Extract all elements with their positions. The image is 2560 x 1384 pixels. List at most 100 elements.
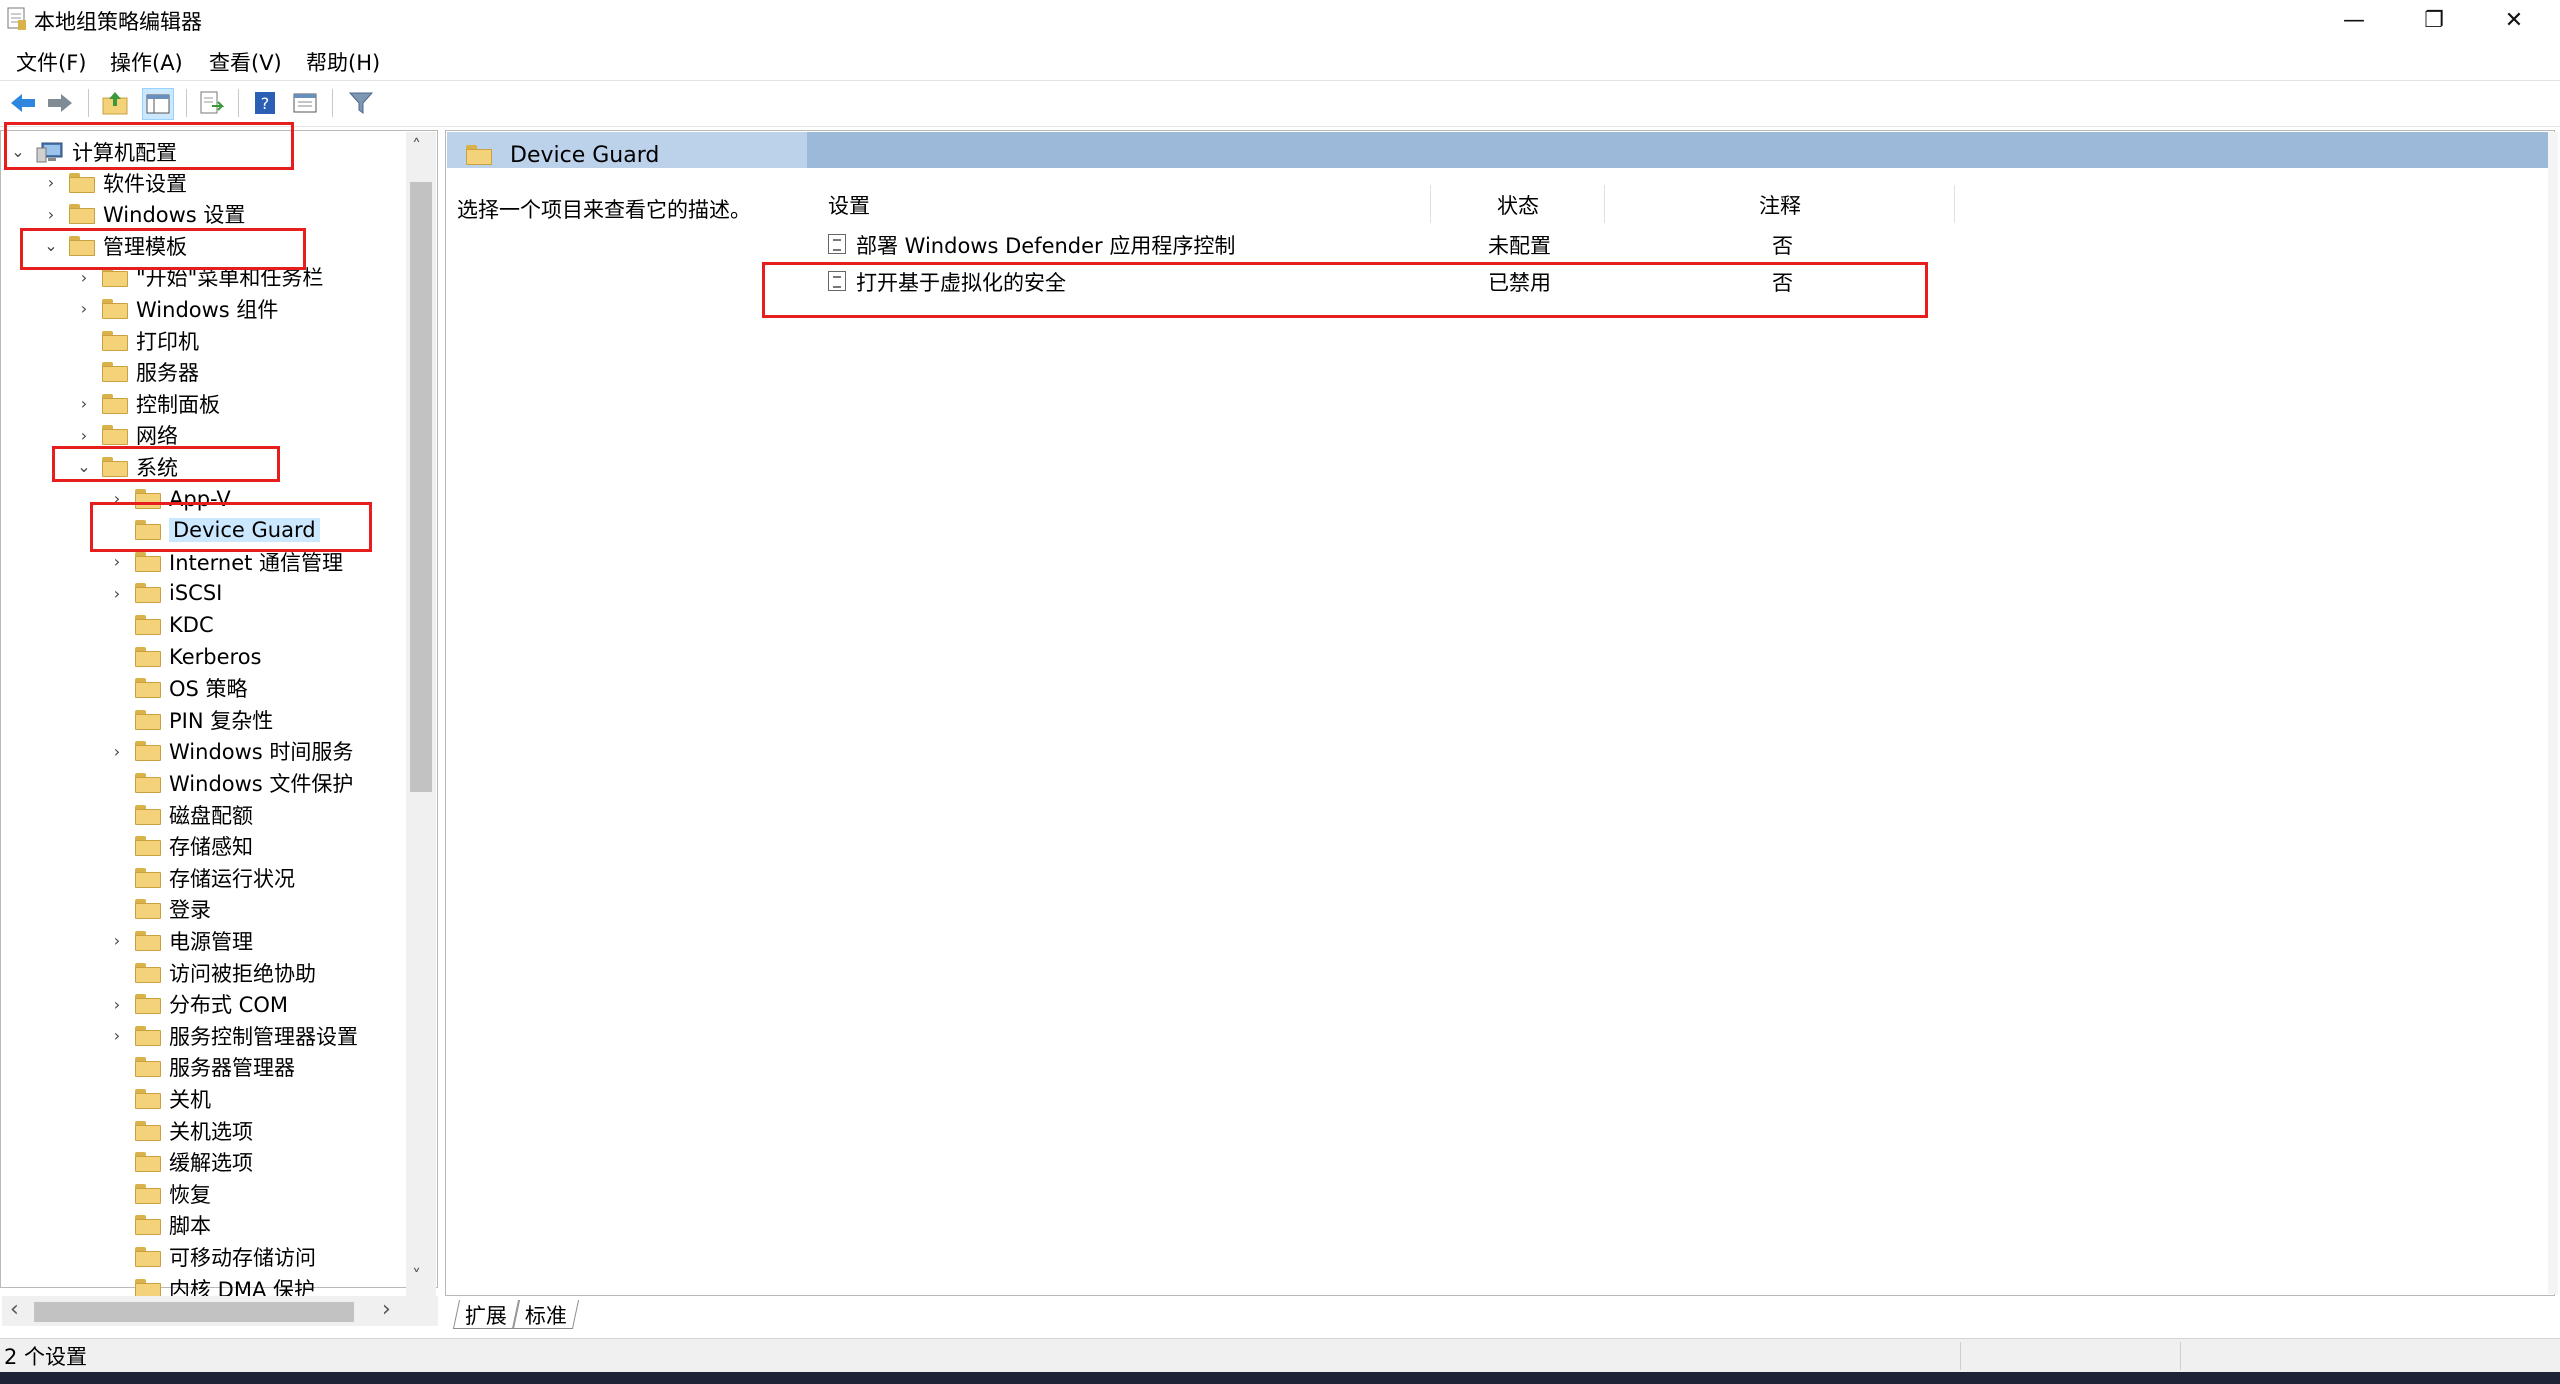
folder-icon xyxy=(135,1025,161,1046)
tree-item[interactable]: › 分布式 COM xyxy=(107,989,288,1020)
restore-button[interactable]: ❐ xyxy=(2394,0,2474,41)
tree-item-label: 打印机 xyxy=(136,329,199,354)
expander-icon[interactable]: › xyxy=(74,394,94,413)
tree-item[interactable]: 存储运行状况 xyxy=(107,862,295,893)
expander-icon[interactable]: › xyxy=(107,552,127,571)
tab-standard[interactable]: 标准 xyxy=(512,1300,580,1329)
setting-state: 未配置 xyxy=(1488,234,1551,258)
tree-item[interactable]: 服务器 xyxy=(74,357,199,388)
filter-icon[interactable] xyxy=(346,88,376,118)
tree-item[interactable]: KDC xyxy=(107,609,214,640)
tree-item-label: 关机 xyxy=(169,1087,211,1112)
expander-icon[interactable]: › xyxy=(107,995,127,1014)
minimize-button[interactable]: — xyxy=(2314,0,2394,41)
scroll-left-icon[interactable]: ‹ xyxy=(10,1297,19,1322)
help-icon[interactable]: ? xyxy=(250,88,280,118)
expander-icon[interactable]: › xyxy=(74,426,94,445)
menu-action[interactable]: 操作(A) xyxy=(110,47,183,77)
table-row[interactable]: 部署 Windows Defender 应用程序控制 未配置 否 xyxy=(820,226,1950,260)
tree-item-label: 软件设置 xyxy=(103,171,187,196)
tree-item[interactable]: › 电源管理 xyxy=(107,925,253,956)
highlight-box xyxy=(20,228,306,270)
highlight-box xyxy=(762,262,1928,318)
tree-horizontal-scroll-thumb[interactable] xyxy=(34,1302,354,1322)
highlight-box xyxy=(90,502,372,552)
tree-item-label: OS 策略 xyxy=(169,677,248,702)
expander-icon[interactable]: › xyxy=(107,742,127,761)
folder-icon xyxy=(102,298,128,319)
expander-icon[interactable]: › xyxy=(74,299,94,318)
tree-item[interactable]: 登录 xyxy=(107,894,211,925)
tree-item[interactable]: Kerberos xyxy=(107,641,262,672)
show-hide-tree-icon[interactable] xyxy=(142,88,174,120)
column-header-comment[interactable]: 注释 xyxy=(1759,190,1801,220)
tree-item-label: 服务器 xyxy=(136,361,199,386)
tab-extended[interactable]: 扩展 xyxy=(452,1300,520,1329)
tree-item-label: 磁盘配额 xyxy=(169,803,253,828)
expander-icon[interactable]: › xyxy=(107,931,127,950)
scroll-down-icon[interactable]: ˅ xyxy=(412,1266,421,1287)
tree-item[interactable]: › Windows 组件 xyxy=(74,293,279,324)
menu-view[interactable]: 查看(V) xyxy=(209,47,282,77)
expander-icon[interactable]: › xyxy=(107,584,127,603)
menu-help[interactable]: 帮助(H) xyxy=(306,47,380,77)
tree-item[interactable]: 缓解选项 xyxy=(107,1147,253,1178)
tree-item-label: PIN 复杂性 xyxy=(169,708,274,733)
expander-icon[interactable]: › xyxy=(107,1026,127,1045)
tree-item[interactable]: PIN 复杂性 xyxy=(107,704,273,735)
tree-item[interactable]: 关机选项 xyxy=(107,1115,253,1146)
setting-name: 部署 Windows Defender 应用程序控制 xyxy=(856,234,1236,258)
folder-icon xyxy=(135,583,161,604)
column-header-state[interactable]: 状态 xyxy=(1497,190,1539,220)
folder-icon xyxy=(135,1120,161,1141)
column-header-setting[interactable]: 设置 xyxy=(828,190,870,220)
menu-file[interactable]: 文件(F) xyxy=(16,47,86,77)
export-list-icon[interactable] xyxy=(196,88,226,118)
tree-item[interactable]: › 控制面板 xyxy=(74,388,220,419)
folder-icon xyxy=(135,1183,161,1204)
tree-item[interactable]: 打印机 xyxy=(74,325,199,356)
tree-item[interactable]: 可移动存储访问 xyxy=(107,1241,316,1272)
expander-icon[interactable]: › xyxy=(41,205,61,224)
up-folder-icon[interactable] xyxy=(100,88,130,118)
tree-item[interactable]: › iSCSI xyxy=(107,578,223,609)
setting-comment: 否 xyxy=(1772,234,1793,258)
tree-item[interactable]: 访问被拒绝协助 xyxy=(107,957,316,988)
tree-item[interactable]: Windows 文件保护 xyxy=(107,767,353,798)
folder-icon xyxy=(69,204,95,225)
tree-item-label: 电源管理 xyxy=(169,929,253,954)
properties-icon[interactable] xyxy=(290,88,320,118)
tree-item[interactable]: 关机 xyxy=(107,1083,211,1114)
folder-icon xyxy=(135,741,161,762)
folder-icon xyxy=(135,899,161,920)
folder-icon xyxy=(135,867,161,888)
tree-item[interactable]: 存储感知 xyxy=(107,831,253,862)
forward-arrow-icon[interactable] xyxy=(45,88,75,118)
tree-item-label: 控制面板 xyxy=(136,392,220,417)
close-button[interactable]: ✕ xyxy=(2474,0,2554,41)
window-title: 本地组策略编辑器 xyxy=(34,10,202,34)
tree-item[interactable]: › Windows 设置 xyxy=(41,199,246,230)
scroll-right-icon[interactable]: › xyxy=(382,1297,391,1322)
folder-icon xyxy=(135,709,161,730)
tree-item[interactable]: › Windows 时间服务 xyxy=(107,736,354,767)
scroll-up-icon[interactable]: ˄ xyxy=(412,136,421,157)
tree-item[interactable]: 脚本 xyxy=(107,1210,211,1241)
title-bar xyxy=(0,0,2560,41)
tree-item[interactable]: › 软件设置 xyxy=(41,167,187,198)
folder-icon xyxy=(102,267,128,288)
expander-icon[interactable]: › xyxy=(74,268,94,287)
tree-item-label: Windows 设置 xyxy=(103,203,246,228)
tree-item-label: 脚本 xyxy=(169,1214,211,1239)
tree-item[interactable]: 服务器管理器 xyxy=(107,1052,295,1083)
tree-item[interactable]: OS 策略 xyxy=(107,673,248,704)
tree-item[interactable]: 恢复 xyxy=(107,1178,211,1209)
tree-vertical-scroll-thumb[interactable] xyxy=(410,182,432,792)
tree-item[interactable]: › 服务控制管理器设置 xyxy=(107,1020,358,1051)
tree-item[interactable]: 磁盘配额 xyxy=(107,799,253,830)
folder-icon xyxy=(135,994,161,1015)
folder-icon xyxy=(135,772,161,793)
back-arrow-icon[interactable] xyxy=(8,88,38,118)
expander-icon[interactable]: › xyxy=(41,173,61,192)
details-vertical-scrollbar[interactable] xyxy=(2548,132,2558,1294)
